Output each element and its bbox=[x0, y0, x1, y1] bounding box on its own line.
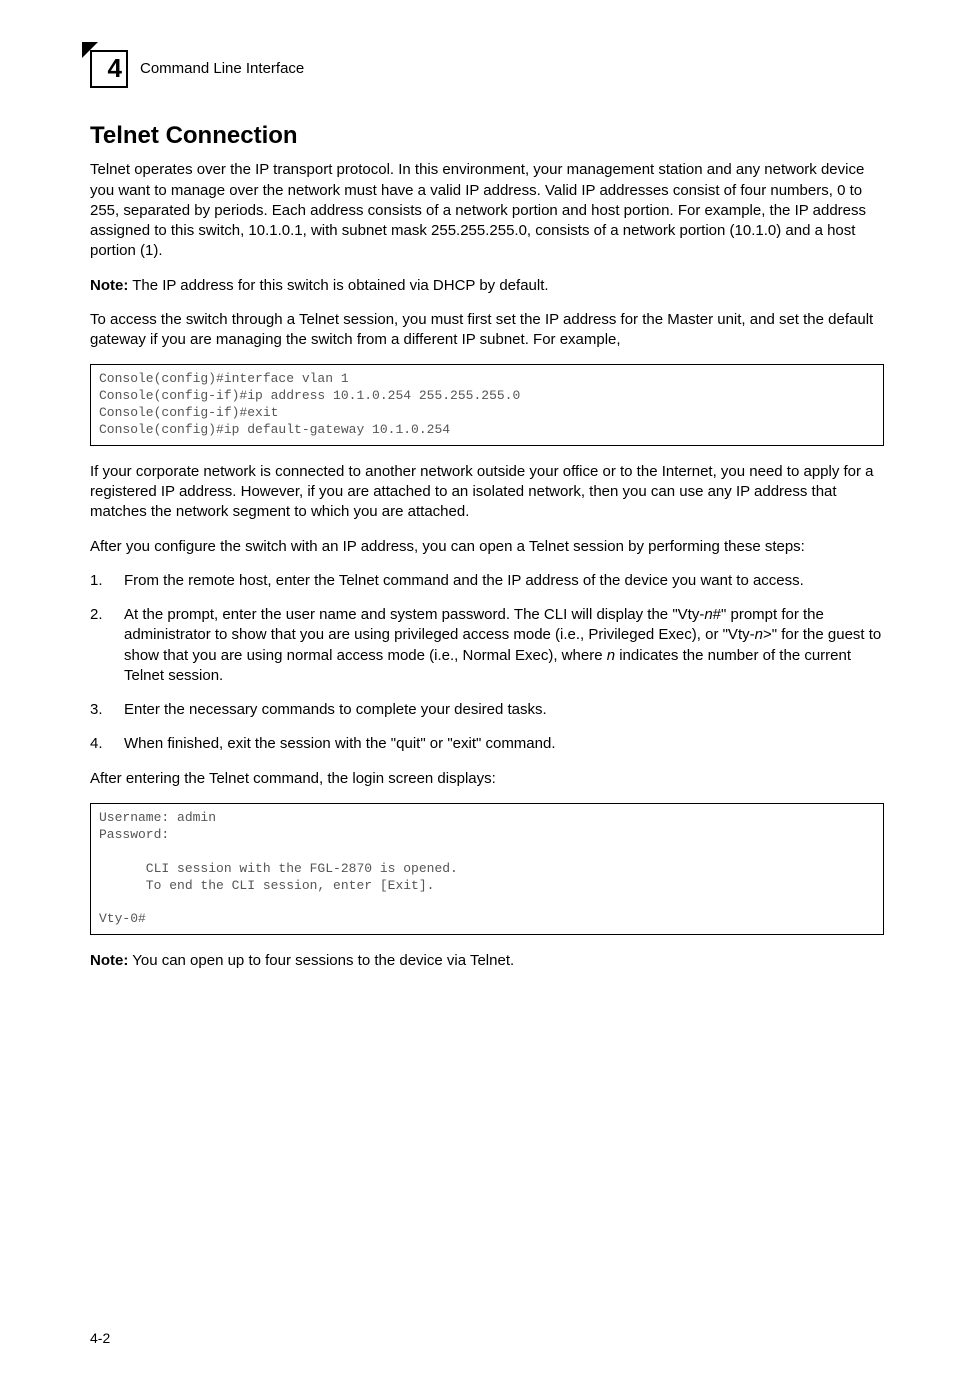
code-block-2: Username: admin Password: CLI session wi… bbox=[90, 803, 884, 935]
step-number: 4. bbox=[90, 734, 103, 754]
step-text: From the remote host, enter the Telnet c… bbox=[124, 572, 804, 589]
step-number: 2. bbox=[90, 605, 103, 625]
list-item: 4. When finished, exit the session with … bbox=[90, 734, 884, 754]
note-text: You can open up to four sessions to the … bbox=[128, 952, 514, 969]
step-text: Enter the necessary commands to complete… bbox=[124, 701, 547, 718]
paragraph-5: After entering the Telnet command, the l… bbox=[90, 769, 884, 789]
code-block-1: Console(config)#interface vlan 1 Console… bbox=[90, 364, 884, 446]
steps-list: 1. From the remote host, enter the Telne… bbox=[90, 571, 884, 755]
step-text: At the prompt, enter the user name and s… bbox=[124, 606, 881, 684]
paragraph-3: If your corporate network is connected t… bbox=[90, 462, 884, 523]
note-label: Note: bbox=[90, 952, 128, 969]
step-number: 3. bbox=[90, 700, 103, 720]
page-header: 4 Command Line Interface bbox=[90, 50, 884, 88]
list-item: 3. Enter the necessary commands to compl… bbox=[90, 700, 884, 720]
note-1: Note: The IP address for this switch is … bbox=[90, 276, 884, 296]
page-footer: 4-2 bbox=[90, 1329, 110, 1348]
chapter-number: 4 bbox=[108, 51, 122, 86]
paragraph-2: To access the switch through a Telnet se… bbox=[90, 310, 884, 351]
intro-paragraph: Telnet operates over the IP transport pr… bbox=[90, 160, 884, 261]
step-number: 1. bbox=[90, 571, 103, 591]
note-label: Note: bbox=[90, 277, 128, 294]
section-title: Telnet Connection bbox=[90, 120, 884, 152]
paragraph-4: After you configure the switch with an I… bbox=[90, 537, 884, 557]
page-number: 4-2 bbox=[90, 1330, 110, 1346]
chapter-box: 4 bbox=[90, 50, 128, 88]
note-2: Note: You can open up to four sessions t… bbox=[90, 951, 884, 971]
list-item: 1. From the remote host, enter the Telne… bbox=[90, 571, 884, 591]
step-text: When finished, exit the session with the… bbox=[124, 735, 556, 752]
list-item: 2. At the prompt, enter the user name an… bbox=[90, 605, 884, 686]
note-text: The IP address for this switch is obtain… bbox=[128, 277, 548, 294]
chapter-title: Command Line Interface bbox=[140, 59, 304, 79]
